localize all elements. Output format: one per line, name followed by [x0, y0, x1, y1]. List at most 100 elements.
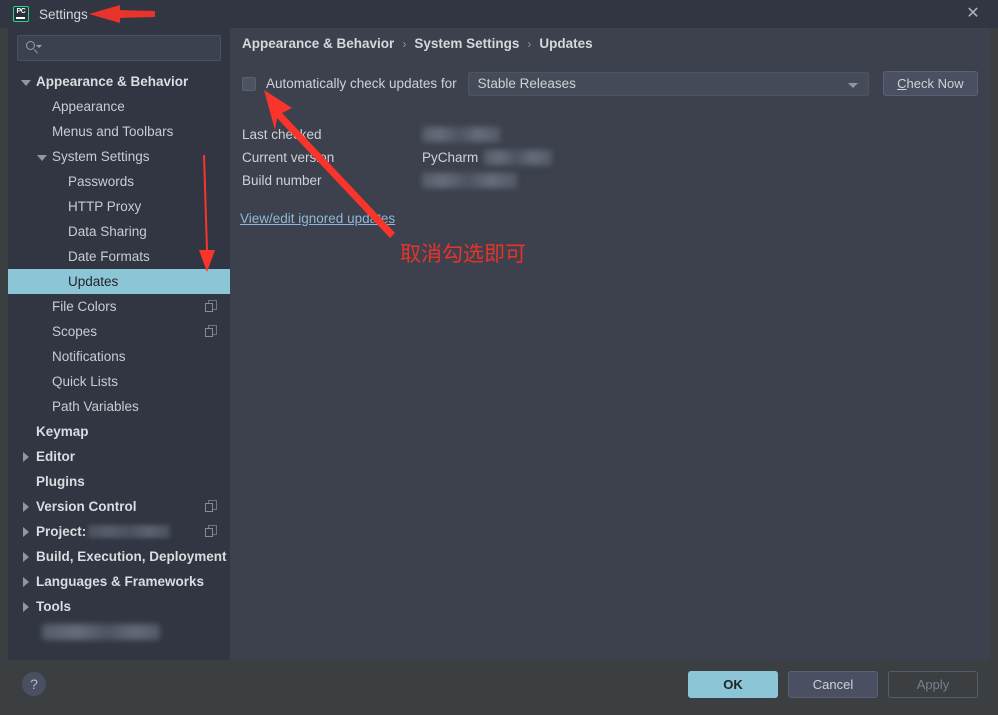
sidebar-item-languages-frameworks[interactable]: Languages & Frameworks	[8, 569, 230, 594]
sidebar-item-label: Updates	[68, 274, 119, 289]
search-icon	[25, 40, 42, 56]
chevron-down-icon[interactable]	[20, 75, 34, 89]
redacted-value	[422, 127, 500, 142]
sidebar-item-keymap[interactable]: Keymap	[8, 419, 230, 444]
breadcrumb-separator: ›	[527, 36, 532, 51]
sidebar-item-label: Version Control	[36, 499, 137, 514]
breadcrumb-item[interactable]: Appearance & Behavior	[242, 36, 394, 51]
sidebar-item-project[interactable]: Project:	[8, 519, 230, 544]
chevron-right-icon[interactable]	[20, 450, 34, 464]
info-value	[422, 173, 517, 188]
sidebar-item-label: Path Variables	[52, 399, 139, 414]
sidebar-item-redacted[interactable]	[8, 619, 230, 644]
search-input[interactable]	[41, 40, 229, 56]
sidebar-item-updates[interactable]: Updates	[8, 269, 230, 294]
sidebar-item-version-control[interactable]: Version Control	[8, 494, 230, 519]
ok-button[interactable]: OK	[688, 671, 778, 698]
sidebar-item-label: Passwords	[68, 174, 135, 189]
updates-panel: Appearance & Behavior › System Settings › Up…	[230, 28, 990, 660]
info-row: Current version PyCharm	[242, 146, 553, 169]
chevron-right-icon[interactable]	[20, 500, 34, 514]
copy-icon[interactable]	[205, 525, 218, 538]
chevron-right-icon[interactable]	[20, 600, 34, 614]
sidebar-item-label: Keymap	[36, 424, 89, 439]
sidebar-item-data-sharing[interactable]: Data Sharing	[8, 219, 230, 244]
sidebar-item-label: File Colors	[52, 299, 117, 314]
sidebar-item-file-colors[interactable]: File Colors	[8, 294, 230, 319]
pycharm-logo-icon: PC	[13, 6, 29, 22]
sidebar-item-tools[interactable]: Tools	[8, 594, 230, 619]
settings-tree: Appearance & Behavior Appearance Menus and…	[8, 69, 230, 644]
update-channel-select[interactable]: Stable Releases	[467, 71, 869, 96]
search-box[interactable]	[17, 35, 229, 61]
sidebar-item-label: Quick Lists	[52, 374, 119, 389]
info-value: PyCharm	[422, 150, 553, 165]
auto-check-row: Automatically check updates for Stable R…	[242, 71, 978, 96]
chevron-right-icon[interactable]	[20, 575, 34, 589]
auto-check-updates-label: Automatically check updates for	[266, 76, 457, 91]
sidebar-item-quick-lists[interactable]: Quick Lists	[8, 369, 230, 394]
info-value	[422, 127, 500, 142]
sidebar-item-build-execution-deployment[interactable]: Build, Execution, Deployment	[8, 544, 230, 569]
redacted-value	[42, 624, 160, 640]
help-icon[interactable]: ?	[22, 672, 46, 696]
annotation-note: 取消勾选即可	[400, 242, 526, 266]
copy-icon[interactable]	[205, 500, 218, 513]
breadcrumb: Appearance & Behavior › System Settings › Up…	[242, 36, 593, 51]
close-icon[interactable]: ✕	[962, 4, 984, 24]
sidebar-item-label: Appearance	[52, 99, 125, 114]
info-label: Build number	[242, 173, 322, 188]
sidebar-item-label: Data Sharing	[68, 224, 147, 239]
chevron-right-icon[interactable]	[20, 550, 34, 564]
copy-icon[interactable]	[205, 325, 218, 338]
info-label: Last checked	[242, 127, 322, 142]
auto-check-updates-checkbox[interactable]	[242, 76, 256, 91]
chevron-down-icon[interactable]	[36, 150, 50, 164]
sidebar-item-path-variables[interactable]: Path Variables	[8, 394, 230, 419]
settings-sidebar: Appearance & Behavior Appearance Menus and…	[8, 28, 230, 660]
sidebar-item-appearance-behavior[interactable]: Appearance & Behavior	[8, 69, 230, 94]
cancel-button[interactable]: Cancel	[788, 671, 878, 698]
sidebar-item-notifications[interactable]: Notifications	[8, 344, 230, 369]
chevron-right-icon[interactable]	[20, 525, 34, 539]
check-now-label-rest: heck Now	[906, 76, 964, 91]
info-row: Build number	[242, 169, 552, 192]
check-now-button[interactable]: Check Now	[882, 71, 978, 96]
sidebar-item-passwords[interactable]: Passwords	[8, 169, 230, 194]
sidebar-item-plugins[interactable]: Plugins	[8, 469, 230, 494]
info-value-prefix: PyCharm	[422, 150, 479, 165]
breadcrumb-item[interactable]: Updates	[539, 36, 592, 51]
sidebar-item-label: System Settings	[52, 149, 150, 164]
sidebar-item-label: Project:	[36, 524, 87, 539]
sidebar-item-http-proxy[interactable]: HTTP Proxy	[8, 194, 230, 219]
sidebar-item-label: Languages & Frameworks	[36, 574, 205, 589]
breadcrumb-item[interactable]: System Settings	[414, 36, 519, 51]
sidebar-item-editor[interactable]: Editor	[8, 444, 230, 469]
sidebar-item-scopes[interactable]: Scopes	[8, 319, 230, 344]
view-edit-ignored-updates-link[interactable]: View/edit ignored updates	[240, 211, 395, 226]
sidebar-item-appearance[interactable]: Appearance	[8, 94, 230, 119]
dialog-footer: ? OK Cancel Apply	[0, 660, 998, 715]
sidebar-item-system-settings[interactable]: System Settings	[8, 144, 230, 169]
sidebar-item-date-formats[interactable]: Date Formats	[8, 244, 230, 269]
info-label: Current version	[242, 150, 335, 165]
sidebar-item-label: Appearance & Behavior	[36, 74, 189, 89]
sidebar-item-label: Editor	[36, 449, 75, 464]
check-now-mnemonic: C	[897, 76, 907, 91]
dialog-title: Settings	[39, 6, 88, 22]
update-channel-value: Stable Releases	[477, 76, 576, 91]
update-info-table: Last checked Current version PyCharm Build …	[242, 123, 553, 192]
sidebar-item-menus-and-toolbars[interactable]: Menus and Toolbars	[8, 119, 230, 144]
redacted-value	[484, 150, 553, 165]
copy-icon[interactable]	[205, 300, 218, 313]
